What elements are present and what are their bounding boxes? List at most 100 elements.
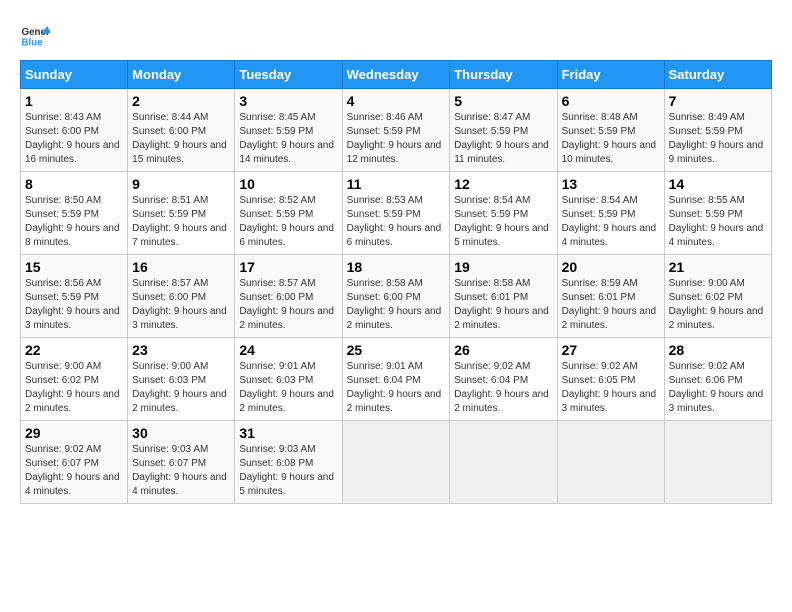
day-info: Sunrise: 8:46 AM Sunset: 5:59 PM Dayligh… [347, 111, 446, 167]
day-number: 22 [25, 342, 123, 358]
day-info: Sunrise: 8:50 AM Sunset: 5:59 PM Dayligh… [25, 194, 123, 250]
weekday-header-wednesday: Wednesday [342, 61, 450, 89]
calendar-cell: 30 Sunrise: 9:03 AM Sunset: 6:07 PM Dayl… [128, 421, 235, 504]
day-number: 3 [239, 93, 337, 109]
day-info: Sunrise: 8:53 AM Sunset: 5:59 PM Dayligh… [347, 194, 446, 250]
calendar-cell: 16 Sunrise: 8:57 AM Sunset: 6:00 PM Dayl… [128, 255, 235, 338]
day-number: 28 [669, 342, 767, 358]
day-info: Sunrise: 9:00 AM Sunset: 6:03 PM Dayligh… [132, 360, 230, 416]
calendar-cell: 25 Sunrise: 9:01 AM Sunset: 6:04 PM Dayl… [342, 338, 450, 421]
calendar-cell: 17 Sunrise: 8:57 AM Sunset: 6:00 PM Dayl… [235, 255, 342, 338]
calendar-cell: 4 Sunrise: 8:46 AM Sunset: 5:59 PM Dayli… [342, 89, 450, 172]
day-info: Sunrise: 9:00 AM Sunset: 6:02 PM Dayligh… [25, 360, 123, 416]
weekday-header-friday: Friday [557, 61, 664, 89]
calendar-cell: 21 Sunrise: 9:00 AM Sunset: 6:02 PM Dayl… [664, 255, 771, 338]
logo-icon: General Blue [20, 20, 50, 50]
calendar-cell: 15 Sunrise: 8:56 AM Sunset: 5:59 PM Dayl… [21, 255, 128, 338]
day-number: 19 [454, 259, 552, 275]
day-info: Sunrise: 8:44 AM Sunset: 6:00 PM Dayligh… [132, 111, 230, 167]
day-info: Sunrise: 9:02 AM Sunset: 6:06 PM Dayligh… [669, 360, 767, 416]
calendar-cell: 10 Sunrise: 8:52 AM Sunset: 5:59 PM Dayl… [235, 172, 342, 255]
day-info: Sunrise: 9:00 AM Sunset: 6:02 PM Dayligh… [669, 277, 767, 333]
day-number: 27 [562, 342, 660, 358]
day-number: 24 [239, 342, 337, 358]
day-number: 12 [454, 176, 552, 192]
day-number: 11 [347, 176, 446, 192]
calendar-cell: 1 Sunrise: 8:43 AM Sunset: 6:00 PM Dayli… [21, 89, 128, 172]
day-info: Sunrise: 9:02 AM Sunset: 6:04 PM Dayligh… [454, 360, 552, 416]
calendar-cell: 24 Sunrise: 9:01 AM Sunset: 6:03 PM Dayl… [235, 338, 342, 421]
weekday-header-monday: Monday [128, 61, 235, 89]
day-info: Sunrise: 8:47 AM Sunset: 5:59 PM Dayligh… [454, 111, 552, 167]
day-info: Sunrise: 9:02 AM Sunset: 6:07 PM Dayligh… [25, 443, 123, 499]
day-info: Sunrise: 8:45 AM Sunset: 5:59 PM Dayligh… [239, 111, 337, 167]
day-number: 4 [347, 93, 446, 109]
page-header: General Blue [20, 20, 772, 50]
calendar-cell: 29 Sunrise: 9:02 AM Sunset: 6:07 PM Dayl… [21, 421, 128, 504]
day-info: Sunrise: 8:43 AM Sunset: 6:00 PM Dayligh… [25, 111, 123, 167]
day-number: 13 [562, 176, 660, 192]
calendar-table: SundayMondayTuesdayWednesdayThursdayFrid… [20, 60, 772, 504]
day-number: 30 [132, 425, 230, 441]
day-info: Sunrise: 9:01 AM Sunset: 6:03 PM Dayligh… [239, 360, 337, 416]
calendar-cell [557, 421, 664, 504]
day-number: 7 [669, 93, 767, 109]
weekday-header-sunday: Sunday [21, 61, 128, 89]
day-number: 6 [562, 93, 660, 109]
calendar-cell: 20 Sunrise: 8:59 AM Sunset: 6:01 PM Dayl… [557, 255, 664, 338]
calendar-cell: 8 Sunrise: 8:50 AM Sunset: 5:59 PM Dayli… [21, 172, 128, 255]
calendar-cell: 3 Sunrise: 8:45 AM Sunset: 5:59 PM Dayli… [235, 89, 342, 172]
day-number: 25 [347, 342, 446, 358]
calendar-cell: 12 Sunrise: 8:54 AM Sunset: 5:59 PM Dayl… [450, 172, 557, 255]
calendar-week-row: 8 Sunrise: 8:50 AM Sunset: 5:59 PM Dayli… [21, 172, 772, 255]
day-info: Sunrise: 8:58 AM Sunset: 6:01 PM Dayligh… [454, 277, 552, 333]
calendar-cell: 26 Sunrise: 9:02 AM Sunset: 6:04 PM Dayl… [450, 338, 557, 421]
day-number: 8 [25, 176, 123, 192]
day-info: Sunrise: 9:03 AM Sunset: 6:08 PM Dayligh… [239, 443, 337, 499]
day-number: 26 [454, 342, 552, 358]
calendar-cell: 11 Sunrise: 8:53 AM Sunset: 5:59 PM Dayl… [342, 172, 450, 255]
calendar-cell: 6 Sunrise: 8:48 AM Sunset: 5:59 PM Dayli… [557, 89, 664, 172]
day-info: Sunrise: 8:51 AM Sunset: 5:59 PM Dayligh… [132, 194, 230, 250]
day-number: 9 [132, 176, 230, 192]
day-number: 15 [25, 259, 123, 275]
calendar-cell: 18 Sunrise: 8:58 AM Sunset: 6:00 PM Dayl… [342, 255, 450, 338]
day-info: Sunrise: 8:54 AM Sunset: 5:59 PM Dayligh… [562, 194, 660, 250]
svg-text:Blue: Blue [22, 38, 44, 49]
day-number: 2 [132, 93, 230, 109]
day-info: Sunrise: 9:03 AM Sunset: 6:07 PM Dayligh… [132, 443, 230, 499]
calendar-cell: 14 Sunrise: 8:55 AM Sunset: 5:59 PM Dayl… [664, 172, 771, 255]
day-info: Sunrise: 8:48 AM Sunset: 5:59 PM Dayligh… [562, 111, 660, 167]
day-info: Sunrise: 8:54 AM Sunset: 5:59 PM Dayligh… [454, 194, 552, 250]
calendar-cell: 27 Sunrise: 9:02 AM Sunset: 6:05 PM Dayl… [557, 338, 664, 421]
day-number: 10 [239, 176, 337, 192]
logo: General Blue [20, 20, 50, 50]
calendar-cell: 9 Sunrise: 8:51 AM Sunset: 5:59 PM Dayli… [128, 172, 235, 255]
day-info: Sunrise: 8:58 AM Sunset: 6:00 PM Dayligh… [347, 277, 446, 333]
calendar-cell: 7 Sunrise: 8:49 AM Sunset: 5:59 PM Dayli… [664, 89, 771, 172]
day-number: 1 [25, 93, 123, 109]
weekday-header-row: SundayMondayTuesdayWednesdayThursdayFrid… [21, 61, 772, 89]
day-number: 29 [25, 425, 123, 441]
day-number: 17 [239, 259, 337, 275]
day-number: 23 [132, 342, 230, 358]
day-info: Sunrise: 8:57 AM Sunset: 6:00 PM Dayligh… [239, 277, 337, 333]
day-info: Sunrise: 9:01 AM Sunset: 6:04 PM Dayligh… [347, 360, 446, 416]
day-number: 14 [669, 176, 767, 192]
day-number: 20 [562, 259, 660, 275]
calendar-cell [450, 421, 557, 504]
calendar-cell: 28 Sunrise: 9:02 AM Sunset: 6:06 PM Dayl… [664, 338, 771, 421]
calendar-cell: 13 Sunrise: 8:54 AM Sunset: 5:59 PM Dayl… [557, 172, 664, 255]
day-info: Sunrise: 8:59 AM Sunset: 6:01 PM Dayligh… [562, 277, 660, 333]
weekday-header-saturday: Saturday [664, 61, 771, 89]
day-info: Sunrise: 8:56 AM Sunset: 5:59 PM Dayligh… [25, 277, 123, 333]
weekday-header-tuesday: Tuesday [235, 61, 342, 89]
calendar-week-row: 29 Sunrise: 9:02 AM Sunset: 6:07 PM Dayl… [21, 421, 772, 504]
weekday-header-thursday: Thursday [450, 61, 557, 89]
day-number: 18 [347, 259, 446, 275]
calendar-cell [664, 421, 771, 504]
calendar-cell: 22 Sunrise: 9:00 AM Sunset: 6:02 PM Dayl… [21, 338, 128, 421]
day-number: 16 [132, 259, 230, 275]
calendar-cell: 19 Sunrise: 8:58 AM Sunset: 6:01 PM Dayl… [450, 255, 557, 338]
calendar-week-row: 1 Sunrise: 8:43 AM Sunset: 6:00 PM Dayli… [21, 89, 772, 172]
